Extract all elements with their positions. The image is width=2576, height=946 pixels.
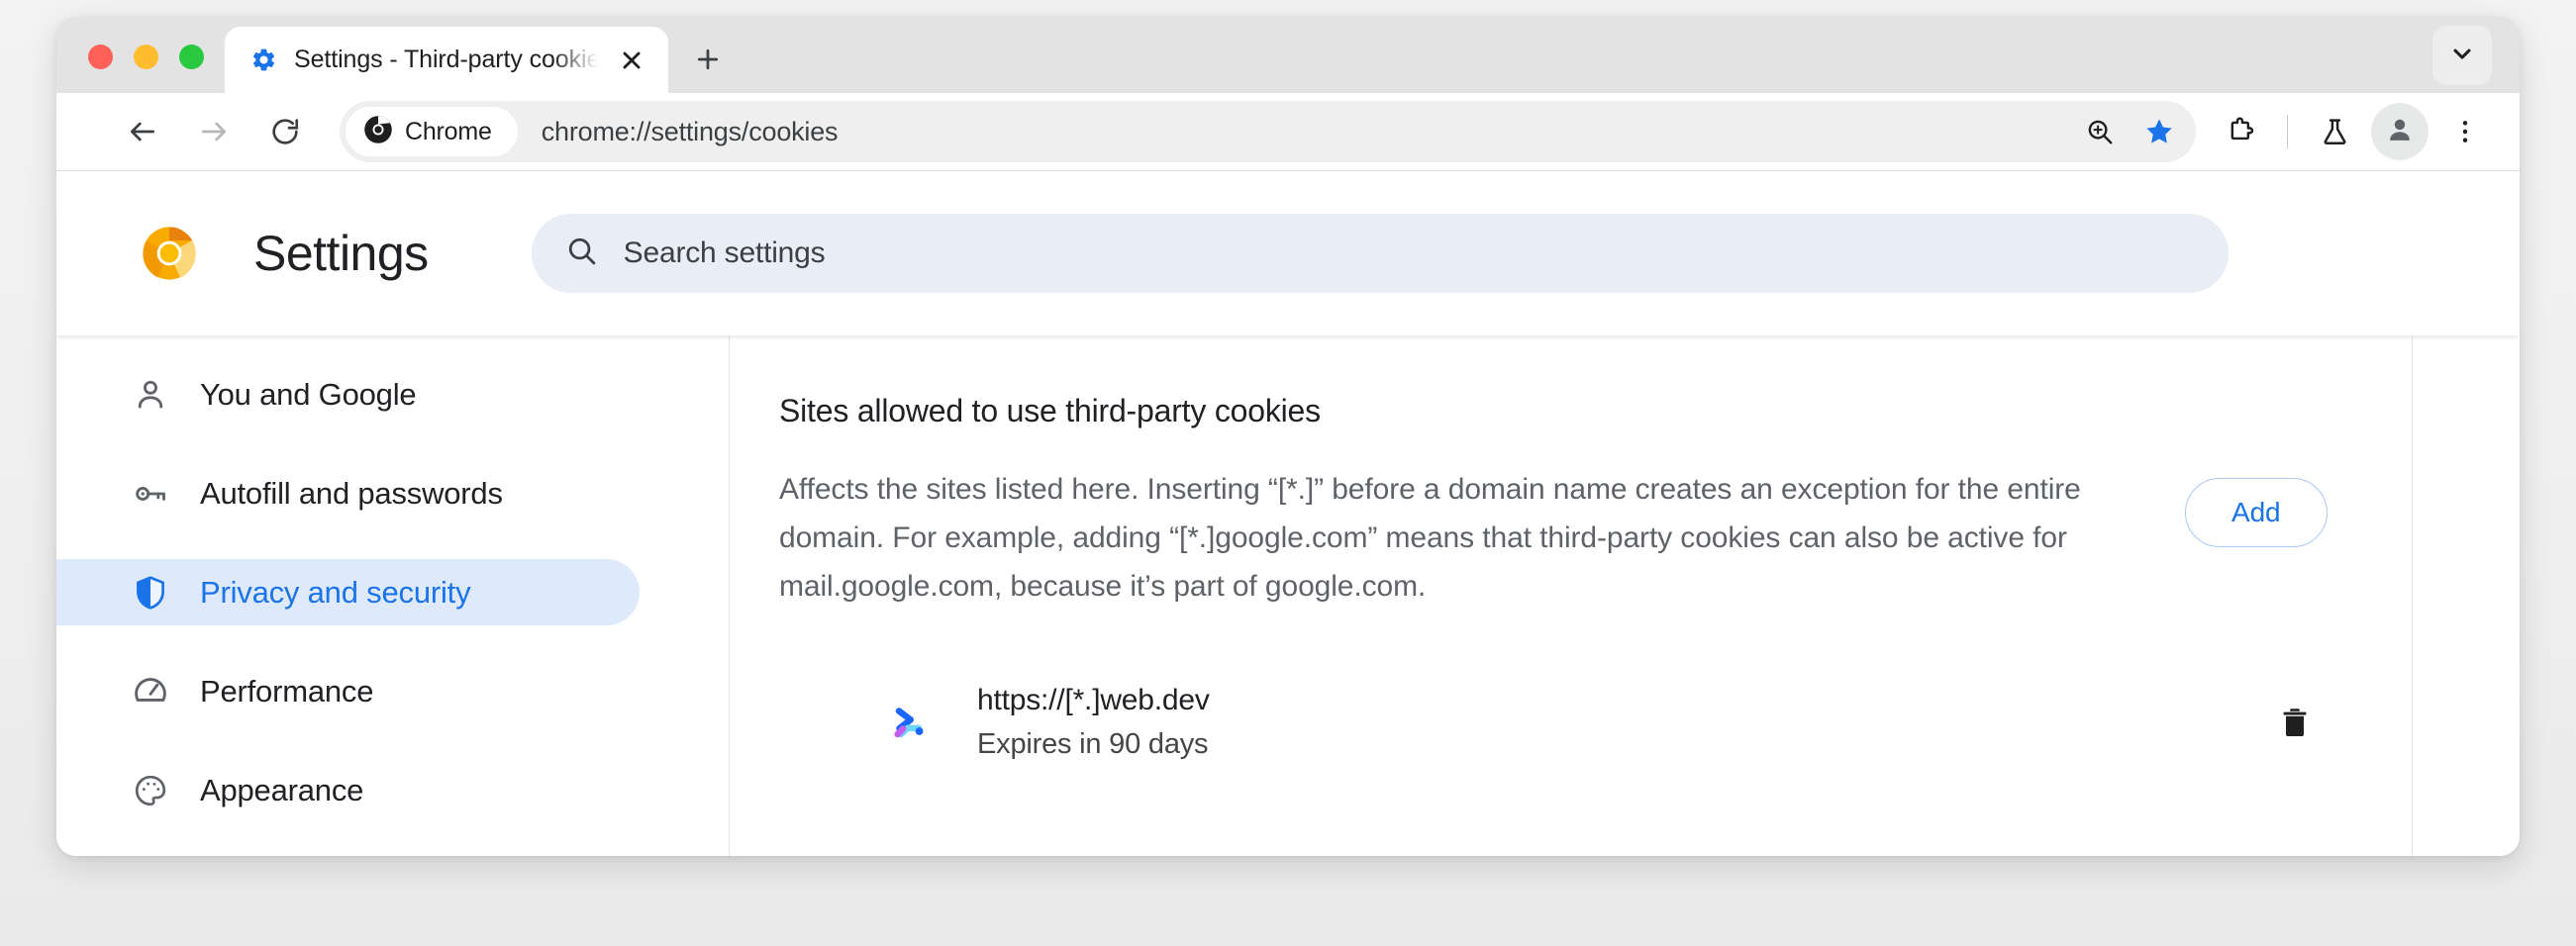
window-minimize-button[interactable]: [134, 45, 158, 69]
chrome-icon: [363, 115, 393, 149]
sidebar-item-label: You and Google: [200, 376, 417, 412]
tab-search-button[interactable]: [2432, 26, 2492, 85]
key-icon: [131, 474, 170, 514]
new-tab-button[interactable]: [678, 30, 738, 89]
settings-header: Settings Search settings: [56, 171, 2520, 335]
search-placeholder: Search settings: [623, 236, 826, 269]
sidebar-item-label: Privacy and security: [200, 574, 471, 610]
window-maximize-button[interactable]: [179, 45, 204, 69]
browser-window: Settings - Third-party cookies Chrome ch…: [56, 17, 2520, 856]
reload-button[interactable]: [254, 101, 316, 162]
tab-settings[interactable]: Settings - Third-party cookies: [225, 27, 668, 93]
window-traffic-lights: [56, 45, 204, 93]
settings-sidebar: You and Google Autofill and passwords Pr…: [56, 335, 730, 856]
section-row: Affects the sites listed here. Inserting…: [779, 465, 2344, 611]
site-chip-label: Chrome: [405, 117, 492, 145]
puzzle-piece-icon[interactable]: [2210, 101, 2271, 162]
url-text[interactable]: chrome://settings/cookies: [542, 117, 2073, 147]
site-url: https://[*.]web.dev: [977, 684, 1210, 717]
sidebar-item-autofill-and-passwords[interactable]: Autofill and passwords: [56, 460, 640, 526]
speedometer-icon: [131, 672, 170, 711]
sidebar-item-privacy-and-security[interactable]: Privacy and security: [56, 559, 640, 625]
three-dot-menu-icon[interactable]: [2434, 101, 2496, 162]
search-input[interactable]: Search settings: [531, 214, 2229, 293]
tab-title: Settings - Third-party cookies: [294, 46, 598, 73]
search-icon: [565, 235, 598, 272]
back-button[interactable]: [112, 101, 173, 162]
tab-list: Settings - Third-party cookies: [225, 27, 738, 93]
tab-close-button[interactable]: [615, 44, 648, 77]
person-icon: [131, 375, 170, 415]
sidebar-item-label: Appearance: [200, 772, 364, 807]
section-heading: Sites allowed to use third-party cookies: [779, 393, 1321, 428]
site-expiry: Expires in 90 days: [977, 727, 1209, 760]
site-identity-chip[interactable]: Chrome: [346, 107, 518, 156]
sidebar-item-label: Autofill and passwords: [200, 475, 503, 511]
flask-icon[interactable]: [2304, 101, 2365, 162]
page-title: Settings: [253, 226, 429, 281]
site-info: https://[*.]web.dev Expires in 90 days: [977, 681, 2263, 764]
forward-button: [183, 101, 245, 162]
address-bar[interactable]: Chrome chrome://settings/cookies: [340, 101, 2196, 162]
trash-icon[interactable]: [2263, 691, 2327, 754]
shield-icon: [131, 573, 170, 613]
settings-main-content: Sites allowed to use third-party cookies…: [730, 335, 2520, 856]
toolbar-actions: [2210, 101, 2496, 162]
sidebar-item-you-and-google[interactable]: You and Google: [56, 361, 640, 427]
toolbar-divider: [2287, 115, 2288, 148]
tab-strip: Settings - Third-party cookies: [56, 17, 2520, 93]
profile-avatar[interactable]: [2371, 103, 2428, 160]
sidebar-item-label: Performance: [200, 673, 374, 709]
window-close-button[interactable]: [88, 45, 113, 69]
allowed-sites-list: https://[*.]web.dev Expires in 90 days: [779, 670, 2344, 775]
star-filled-icon[interactable]: [2132, 105, 2186, 158]
settings-page: Settings Search settings You and Google …: [56, 171, 2520, 856]
person-icon: [2384, 114, 2416, 150]
zoom-in-icon[interactable]: [2073, 105, 2127, 158]
third-party-cookies-card: Sites allowed to use third-party cookies…: [730, 335, 2413, 856]
browser-toolbar: Chrome chrome://settings/cookies: [56, 93, 2520, 171]
palette-icon: [131, 771, 170, 810]
chevron-down-icon: [2448, 40, 2476, 72]
omnibox-actions: [2073, 105, 2190, 158]
chrome-canary-icon: [141, 225, 198, 282]
settings-body: You and Google Autofill and passwords Pr…: [56, 335, 2520, 856]
sidebar-item-appearance[interactable]: Appearance: [56, 757, 640, 823]
add-button[interactable]: Add: [2185, 478, 2328, 547]
section-description: Affects the sites listed here. Inserting…: [779, 473, 2081, 603]
webdev-icon: [888, 702, 930, 743]
site-list-item[interactable]: https://[*.]web.dev Expires in 90 days: [779, 670, 2344, 775]
gear-icon: [250, 47, 277, 73]
sidebar-item-performance[interactable]: Performance: [56, 658, 640, 724]
